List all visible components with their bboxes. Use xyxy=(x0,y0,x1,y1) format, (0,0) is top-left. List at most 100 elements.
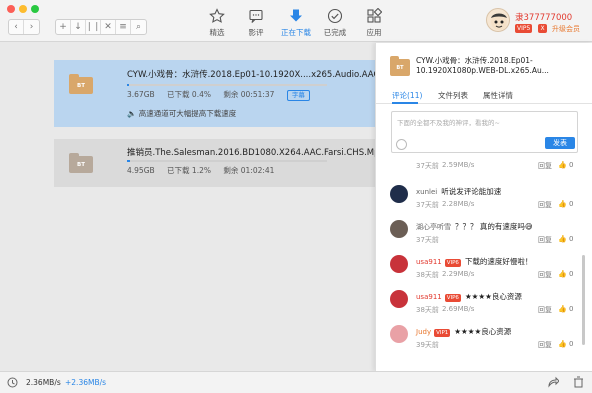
like-button[interactable]: 👍 0 xyxy=(558,270,573,278)
comment-item: Judy VIP1 ★★★★良心资源 39天前 回复 👍 0 xyxy=(376,321,584,357)
comment-user: usa911 VIP6 ★★★★良心资源 xyxy=(416,292,522,302)
reply-button[interactable]: 回复 xyxy=(538,200,552,210)
comment-scrollbar[interactable] xyxy=(582,255,585,345)
task-downloaded: 已下载 1.2% xyxy=(167,166,211,175)
reply-button[interactable]: 回复 xyxy=(538,305,552,315)
thumb-up-icon: 👍 xyxy=(558,161,567,169)
vip-close-badge: X xyxy=(538,24,547,33)
vip-badge: VIP6 xyxy=(444,259,461,267)
title-bar: ‹ › + ↓ ❘❘ ✕ ≡ ⌕ 精选 影评 正在下载 已完成 应用 隶3777… xyxy=(0,0,592,42)
comment-text: ★★★★良心资源 xyxy=(454,327,512,336)
task-size: 4.95GB xyxy=(127,166,155,175)
comment-time: 38天前 xyxy=(416,306,439,314)
comment-placeholder: 下面的全都不及我的神评，看我的~ xyxy=(397,119,500,127)
progress-bar xyxy=(127,84,327,86)
close-window-button[interactable] xyxy=(7,5,15,13)
task-actions-group: + ↓ ❘❘ ✕ ≡ ⌕ xyxy=(55,19,147,35)
share-icon[interactable] xyxy=(547,376,560,390)
avatar[interactable] xyxy=(390,290,408,308)
comment-user: Judy VIP1 ★★★★良心资源 xyxy=(416,327,512,337)
subtitle-badge[interactable]: 字幕 xyxy=(286,90,310,101)
panel-tabs: 评论(11) 文件列表 属性详情 xyxy=(376,87,592,104)
download-icon xyxy=(276,7,316,25)
apps-icon xyxy=(354,7,394,25)
sort-button[interactable]: ≡ xyxy=(116,20,131,34)
comment-list: 37天前 2.59MB/s 回复 👍 0 xunlei 听说发评论能加速 37天前… xyxy=(376,157,584,371)
comment-speed: 2.69MB/s xyxy=(442,305,475,313)
search-icon[interactable]: ⌕ xyxy=(131,20,146,34)
like-button[interactable]: 👍 0 xyxy=(558,340,573,348)
zoom-window-button[interactable] xyxy=(31,5,39,13)
avatar[interactable] xyxy=(486,8,510,32)
send-button[interactable]: 发表 xyxy=(545,137,575,149)
like-button[interactable]: 👍 0 xyxy=(558,161,573,169)
speed-limit-icon[interactable] xyxy=(7,377,18,390)
nav-apps[interactable]: 应用 xyxy=(354,7,394,38)
task-meta: 4.95GB 已下载 1.2% 剩余 01:02:41 xyxy=(127,165,284,176)
comment-icon xyxy=(236,7,276,25)
start-download-icon[interactable]: ↓ xyxy=(71,20,86,34)
upgrade-link[interactable]: 升级会员 xyxy=(552,24,580,34)
task-downloaded: 已下载 0.4% xyxy=(167,90,211,99)
comment-panel: BT CYW.小戏骨：水浒传.2018.Ep01-10.1920X1080p.W… xyxy=(375,43,592,371)
task-size: 3.67GB xyxy=(127,90,155,99)
reply-button[interactable]: 回复 xyxy=(538,161,552,171)
reply-button[interactable]: 回复 xyxy=(538,270,552,280)
back-button[interactable]: ‹ xyxy=(9,20,24,34)
boost-speed: +2.36MB/s xyxy=(65,378,107,387)
pause-button[interactable]: ❘❘ xyxy=(85,20,101,34)
username[interactable]: 隶377777000 xyxy=(515,11,572,23)
task-meta: 3.67GB 已下载 0.4% 剩余 00:51:37 字幕 xyxy=(127,89,320,101)
comment-text: 听说发评论能加速 xyxy=(441,187,502,196)
progress-fill xyxy=(127,84,129,86)
tab-files[interactable]: 文件列表 xyxy=(438,90,468,101)
thumb-up-icon: 👍 xyxy=(558,340,567,348)
task-row[interactable]: BT CYW.小戏骨：水浒传.2018.Ep01-10.1920X....x26… xyxy=(54,60,384,127)
task-remaining: 剩余 00:51:37 xyxy=(223,90,275,99)
speaker-icon: 🔈 xyxy=(127,109,137,118)
comment-item: usa911 VIP6 下载的速度好慢啦！ 38天前 2.29MB/s 回复 👍 0 xyxy=(376,251,584,287)
tab-properties[interactable]: 属性详情 xyxy=(483,90,513,101)
comment-speed: 2.29MB/s xyxy=(442,270,475,278)
trash-icon[interactable] xyxy=(573,376,584,390)
emoji-icon[interactable] xyxy=(396,139,407,150)
nav-reviews[interactable]: 影评 xyxy=(236,7,276,38)
comment-item: 37天前 2.59MB/s 回复 👍 0 xyxy=(376,157,584,178)
check-icon xyxy=(315,7,355,25)
download-speed: 2.36MB/s xyxy=(26,378,61,387)
new-task-button[interactable]: + xyxy=(56,20,71,34)
history-nav-group: ‹ › xyxy=(8,19,40,35)
bt-folder-icon: BT xyxy=(69,74,93,94)
thumb-up-icon: 👍 xyxy=(558,200,567,208)
reply-button[interactable]: 回复 xyxy=(538,235,552,245)
avatar[interactable] xyxy=(390,220,408,238)
like-button[interactable]: 👍 0 xyxy=(558,305,573,313)
comment-user: 湖心亭听雪？？？ 真的有速度吗😅 xyxy=(416,222,533,231)
reply-button[interactable]: 回复 xyxy=(538,340,552,350)
comment-text: ★★★★良心资源 xyxy=(464,292,522,301)
progress-fill xyxy=(127,160,130,162)
delete-button[interactable]: ✕ xyxy=(101,20,116,34)
comment-item: 湖心亭听雪？？？ 真的有速度吗😅 37天前 回复 👍 0 xyxy=(376,216,584,252)
nav-completed[interactable]: 已完成 xyxy=(315,7,355,38)
thumb-up-icon: 👍 xyxy=(558,270,567,278)
nav-downloading[interactable]: 正在下载 xyxy=(276,7,316,38)
minimize-window-button[interactable] xyxy=(19,5,27,13)
like-button[interactable]: 👍 0 xyxy=(558,200,573,208)
nav-featured[interactable]: 精选 xyxy=(197,7,237,38)
vip-badge: VIP1 xyxy=(434,329,451,337)
active-tab-indicator xyxy=(392,102,418,104)
comment-item: usa911 VIP6 ★★★★良心资源 38天前 2.69MB/s 回复 👍 0 xyxy=(376,286,584,322)
task-row[interactable]: BT 推销员.The.Salesman.2016.BD1080.X264.AAC… xyxy=(54,139,384,187)
tab-comments[interactable]: 评论(11) xyxy=(392,90,422,101)
progress-bar xyxy=(127,160,327,162)
forward-button[interactable]: › xyxy=(24,20,39,34)
avatar[interactable] xyxy=(390,185,408,203)
avatar[interactable] xyxy=(390,255,408,273)
bt-folder-icon: BT xyxy=(390,56,410,76)
like-button[interactable]: 👍 0 xyxy=(558,235,573,243)
accel-tip[interactable]: 🔈 高速通道可大幅提高下载速度 xyxy=(127,108,236,119)
task-remaining: 剩余 01:02:41 xyxy=(223,166,275,175)
panel-title: CYW.小戏骨：水浒传.2018.Ep01-10.1920X1080p.WEB-… xyxy=(416,56,549,75)
avatar[interactable] xyxy=(390,325,408,343)
